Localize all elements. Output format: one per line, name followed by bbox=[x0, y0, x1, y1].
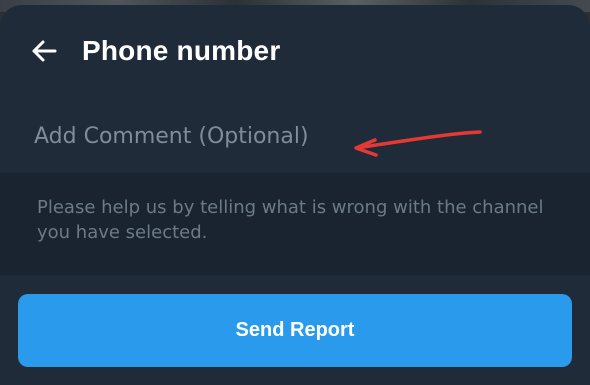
help-text: Please help us by telling what is wrong … bbox=[37, 197, 544, 243]
report-sheet: Phone number Please help us by telling w… bbox=[0, 5, 590, 385]
sheet-footer: Send Report bbox=[0, 275, 590, 385]
page-title: Phone number bbox=[82, 35, 281, 66]
send-report-button[interactable]: Send Report bbox=[18, 294, 572, 367]
arrow-left-icon bbox=[32, 40, 57, 62]
help-section: Please help us by telling what is wrong … bbox=[0, 173, 590, 275]
back-button[interactable] bbox=[24, 31, 64, 71]
comment-input[interactable] bbox=[0, 100, 590, 172]
sheet-header: Phone number bbox=[0, 5, 590, 93]
